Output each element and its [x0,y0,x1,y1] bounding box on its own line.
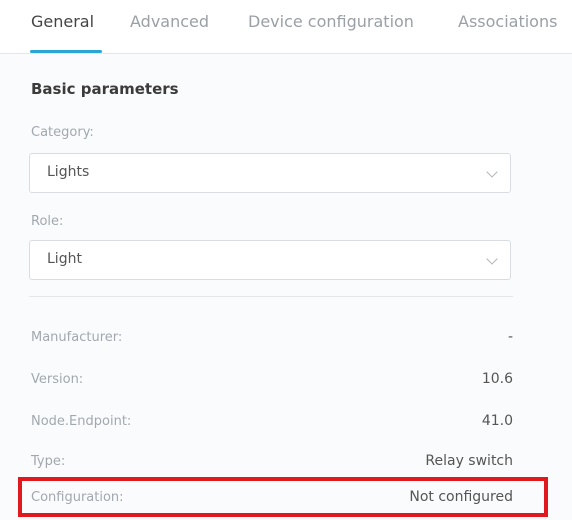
section-title: Basic parameters [31,80,179,98]
role-value: Light [47,251,82,267]
category-select[interactable]: Lights [29,153,511,193]
info-row-manufacturer: Manufacturer: - [29,319,513,359]
tab-bar: General Advanced Device configuration As… [0,0,572,54]
tab-general[interactable]: General [31,12,94,31]
divider [29,296,513,297]
role-label: Role: [31,214,64,229]
type-label: Type: [31,454,66,469]
highlight-box [18,477,548,517]
tab-device-configuration[interactable]: Device configuration [248,12,414,31]
active-tab-indicator [30,50,102,53]
chevron-down-icon [486,166,498,178]
node-endpoint-label: Node.Endpoint: [31,414,132,429]
version-value: 10.6 [481,371,513,387]
role-select[interactable]: Light [29,240,511,280]
node-endpoint-value: 41.0 [481,413,513,429]
manufacturer-value: - [507,329,513,345]
tab-advanced[interactable]: Advanced [130,12,209,31]
info-row-version: Version: 10.6 [29,361,513,401]
info-row-node-endpoint: Node.Endpoint: 41.0 [29,403,513,443]
category-value: Lights [47,164,90,180]
manufacturer-label: Manufacturer: [31,330,123,345]
chevron-down-icon [486,253,498,265]
version-label: Version: [31,372,84,387]
type-value: Relay switch [425,453,513,469]
tab-associations[interactable]: Associations [458,12,557,31]
category-label: Category: [31,125,94,140]
